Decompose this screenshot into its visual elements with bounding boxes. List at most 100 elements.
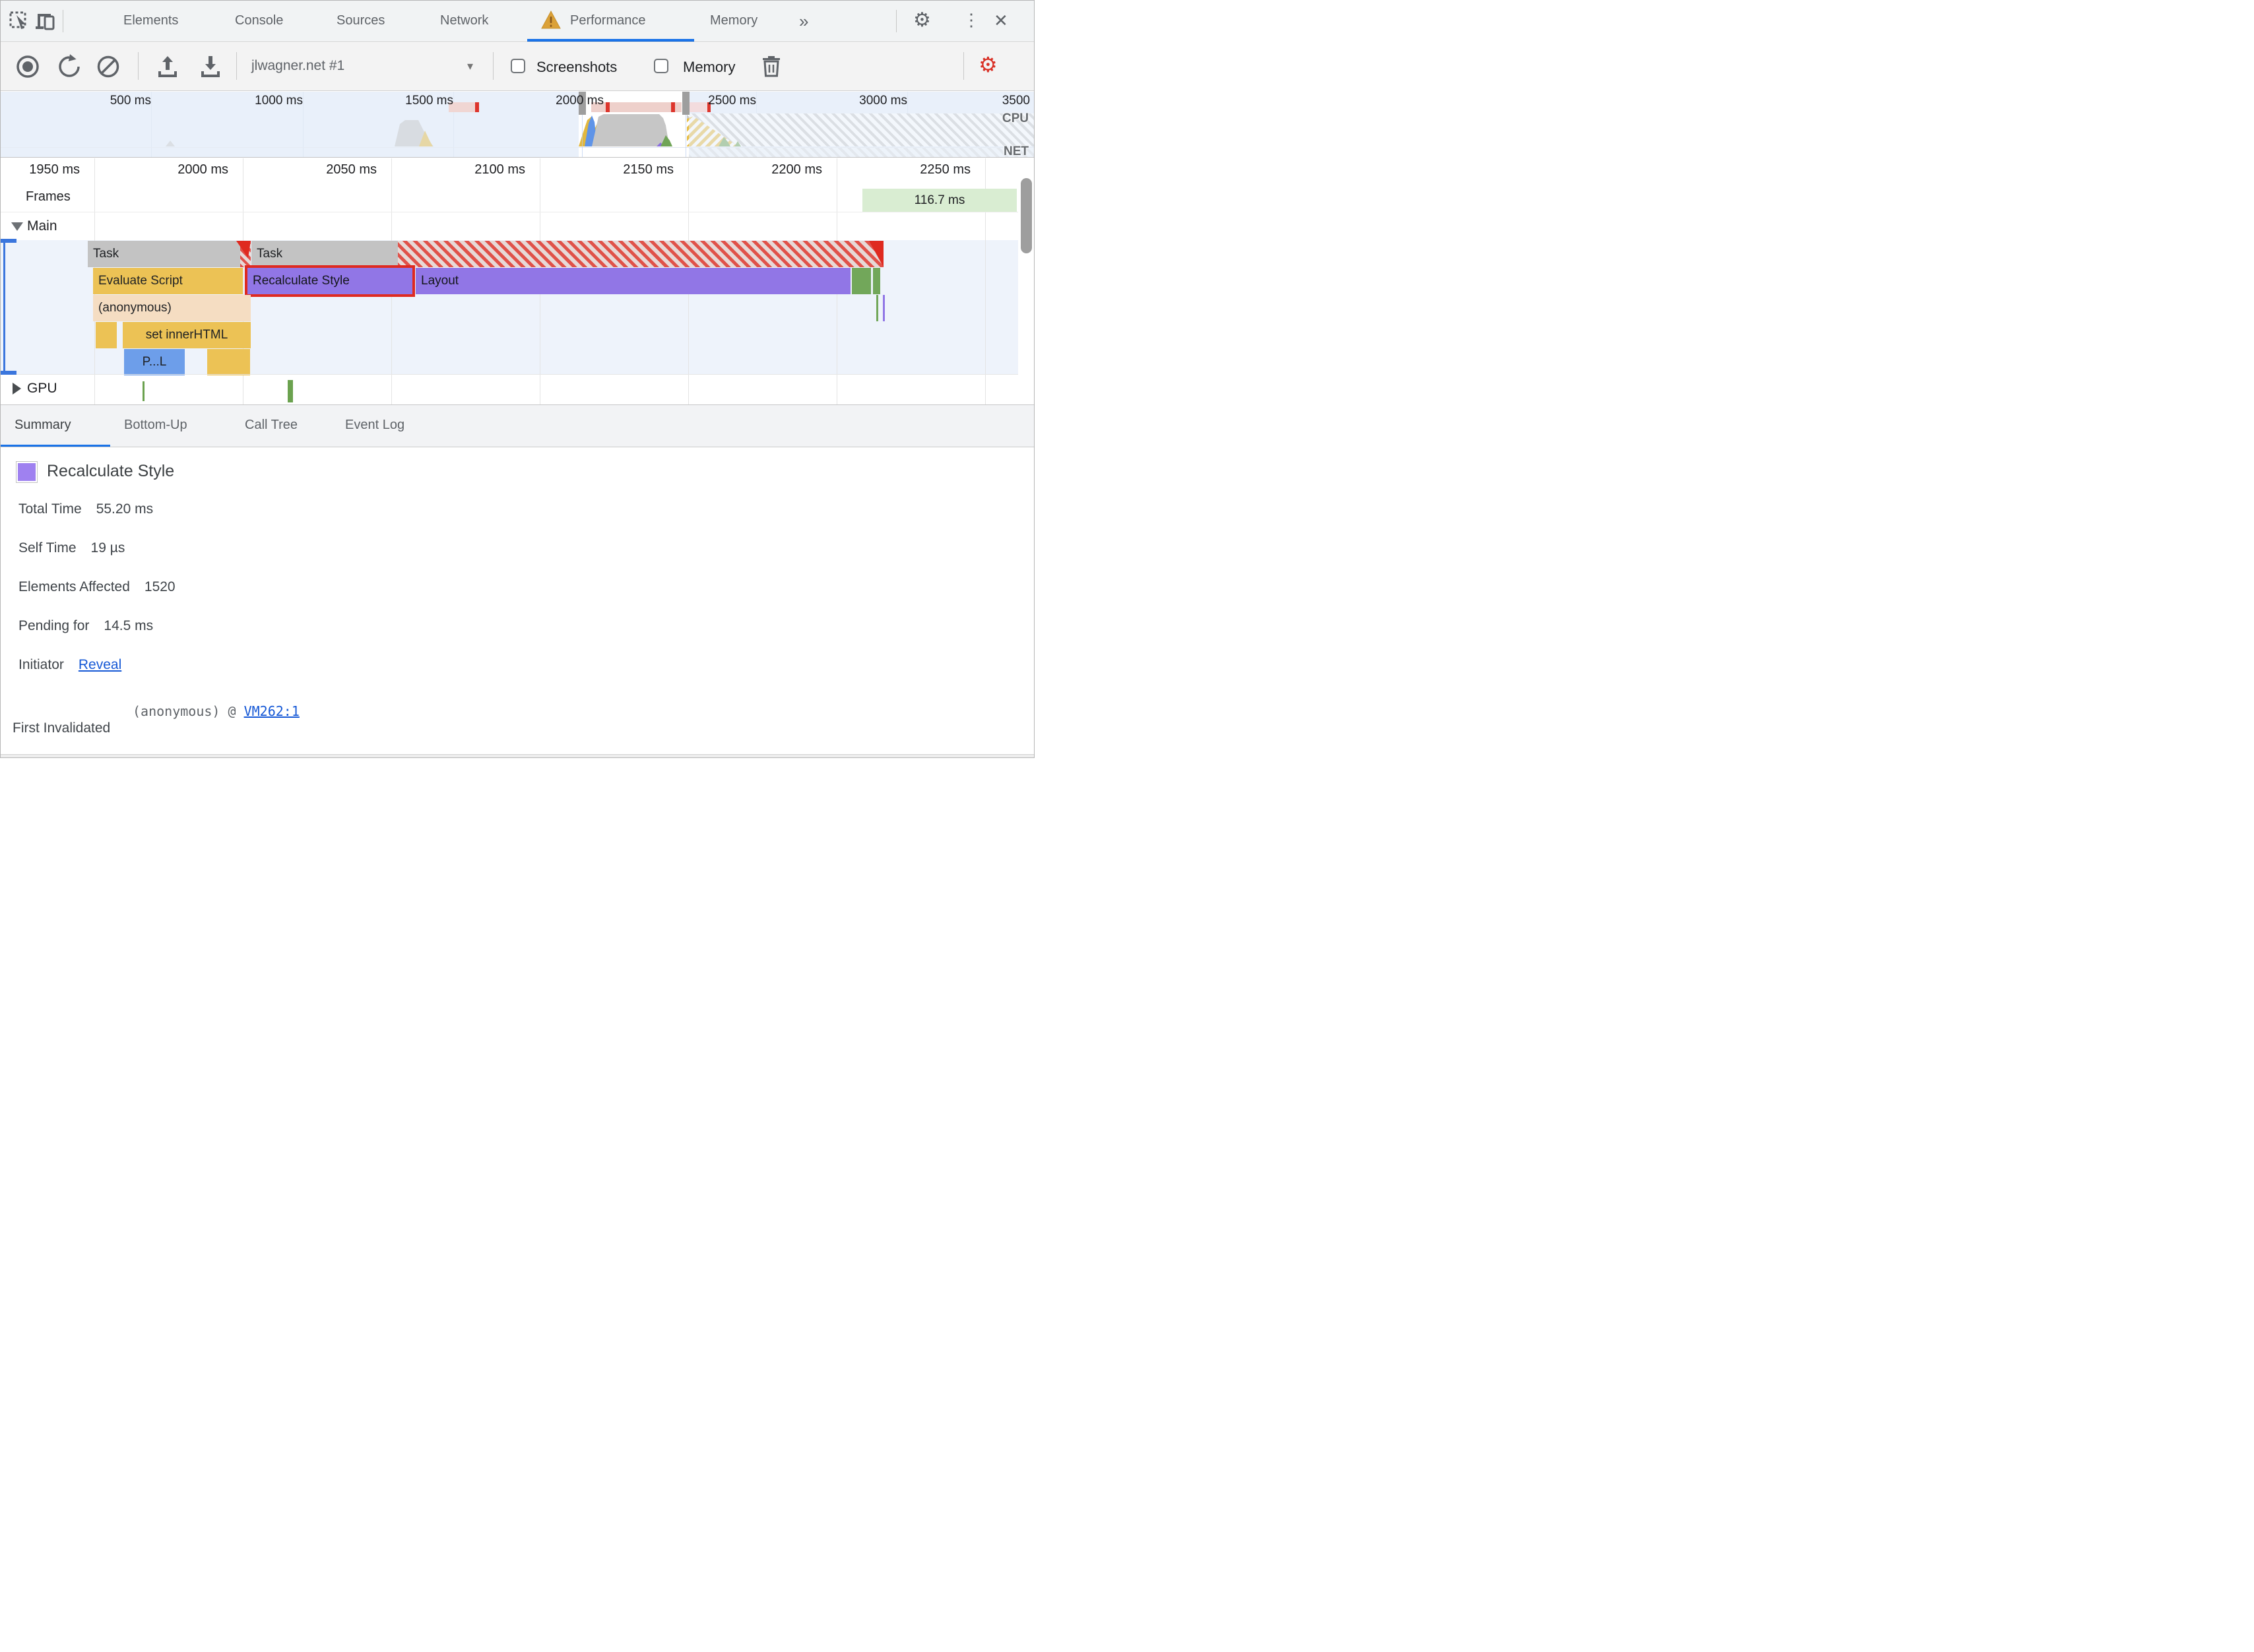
ruler-tick: 2200 ms — [771, 162, 822, 177]
long-task-stripes[interactable] — [398, 241, 884, 267]
screenshots-checkbox[interactable] — [511, 59, 525, 73]
expand-gpu-icon[interactable] — [13, 383, 21, 395]
summary-row-pending-for: Pending for 14.5 ms — [18, 618, 153, 634]
row-value: 19 µs — [90, 540, 125, 556]
kebab-menu-icon[interactable]: ⋮ — [963, 10, 980, 30]
tab-sources[interactable]: Sources — [337, 13, 385, 28]
overview-tick: 3500 — [1002, 94, 1030, 108]
active-tab-underline — [1, 445, 110, 447]
summary-row-total-time: Total Time 55.20 ms — [18, 501, 153, 517]
event-bar-set-innerhtml[interactable]: set innerHTML — [123, 322, 251, 348]
timeline-overview[interactable]: 500 ms 1000 ms 1500 ms 2000 ms 2500 ms 3… — [1, 92, 1034, 158]
gpu-event-bar[interactable] — [143, 381, 145, 401]
tab-event-log[interactable]: Event Log — [345, 418, 404, 433]
tab-call-tree[interactable]: Call Tree — [245, 418, 298, 433]
vertical-scrollbar[interactable] — [1021, 178, 1032, 253]
tab-summary[interactable]: Summary — [15, 418, 71, 433]
event-bar-recalculate-style[interactable]: Recalculate Style — [247, 268, 412, 294]
gpu-track-label[interactable]: GPU — [27, 381, 57, 397]
main-track-label[interactable]: Main — [27, 218, 57, 234]
chevron-down-icon[interactable]: ▾ — [467, 59, 473, 73]
tab-bottom-up[interactable]: Bottom-Up — [124, 418, 187, 433]
overview-tick: 500 ms — [110, 94, 151, 108]
long-task-corner — [236, 241, 251, 258]
reload-icon[interactable] — [57, 54, 82, 79]
toolbar-separator — [236, 52, 237, 80]
bracket-handle-top[interactable] — [1, 239, 16, 243]
event-bar-small-purple[interactable] — [883, 295, 885, 321]
ruler-tick: 2000 ms — [177, 162, 228, 177]
cpu-label: CPU — [1002, 111, 1029, 125]
event-color-swatch — [16, 461, 38, 483]
ruler-tick: 2250 ms — [920, 162, 971, 177]
bracket-handle-bottom[interactable] — [1, 371, 16, 375]
row-value: 1520 — [144, 579, 176, 594]
summary-row-self-time: Self Time 19 µs — [18, 540, 125, 556]
settings-gear-icon[interactable]: ⚙ — [913, 9, 931, 32]
event-bar-anonymous[interactable]: (anonymous) — [93, 295, 251, 321]
performance-toolbar: jlwagner.net #1 ▾ Screenshots Memory ⚙ — [1, 43, 1034, 91]
horizontal-scrollbar-track[interactable] — [1, 754, 1034, 757]
collapse-main-icon[interactable] — [11, 222, 23, 231]
first-invalidated-stack: (anonymous) @ VM262:1 — [133, 703, 300, 719]
event-bar-paint[interactable] — [873, 268, 880, 294]
tab-memory[interactable]: Memory — [710, 13, 757, 28]
event-bar-evaluate-script[interactable]: Evaluate Script — [93, 268, 243, 294]
tab-console[interactable]: Console — [235, 13, 283, 28]
save-profile-icon[interactable] — [199, 54, 222, 79]
summary-row-initiator: Initiator Reveal — [18, 657, 121, 673]
event-bar-script[interactable] — [207, 349, 250, 375]
ruler-tick: 2150 ms — [623, 162, 674, 177]
event-bar-parse-html[interactable]: P...L — [124, 349, 185, 375]
overview-tick: 3000 ms — [859, 94, 907, 108]
network-bar — [591, 102, 682, 112]
event-bar-layout[interactable]: Layout — [416, 268, 851, 294]
load-profile-icon[interactable] — [156, 54, 179, 79]
memory-checkbox[interactable] — [654, 59, 668, 73]
ruler-tick: 2100 ms — [474, 162, 525, 177]
overview-tick: 1500 ms — [405, 94, 453, 108]
row-label: Pending for — [18, 618, 90, 633]
gpu-event-bar[interactable] — [288, 380, 293, 402]
screenshots-label: Screenshots — [536, 59, 618, 75]
ruler-tick: 2050 ms — [326, 162, 377, 177]
more-tabs-icon[interactable]: » — [799, 11, 808, 32]
clear-icon[interactable] — [96, 54, 121, 79]
row-label: Self Time — [18, 540, 77, 556]
event-bar-paint[interactable] — [852, 268, 871, 294]
first-invalidated-label: First Invalidated — [13, 720, 111, 736]
devtools-window: Elements Console Sources Network Perform… — [0, 0, 1035, 758]
tab-network[interactable]: Network — [440, 13, 488, 28]
net-label: NET — [1004, 144, 1029, 158]
tab-elements[interactable]: Elements — [123, 13, 178, 28]
row-value: 14.5 ms — [104, 618, 154, 633]
event-bar-task[interactable]: Task — [88, 241, 240, 267]
record-icon[interactable] — [15, 54, 40, 79]
toolbar-separator — [493, 52, 494, 80]
event-bar-small-green[interactable] — [876, 295, 878, 321]
devtools-tabbar: Elements Console Sources Network Perform… — [1, 1, 1034, 42]
tab-performance[interactable]: Performance — [570, 13, 646, 28]
flame-chart[interactable]: 1950 ms 2000 ms 2050 ms 2100 ms 2150 ms … — [1, 158, 1034, 404]
session-select[interactable]: jlwagner.net #1 — [251, 58, 344, 74]
device-toolbar-icon[interactable] — [35, 10, 57, 31]
active-tab-underline — [527, 39, 694, 42]
stack-frame-text: (anonymous) @ — [133, 703, 244, 719]
reveal-link[interactable]: Reveal — [79, 657, 121, 672]
capture-settings-gear-icon[interactable]: ⚙ — [979, 52, 998, 77]
event-bar-task[interactable]: Task — [251, 241, 398, 267]
network-red-mark — [606, 102, 610, 112]
overview-tick: 2000 ms — [556, 94, 604, 108]
row-label: Elements Affected — [18, 579, 130, 594]
summary-panel: Recalculate Style Total Time 55.20 ms Sel… — [1, 448, 1034, 754]
row-value: 55.20 ms — [96, 501, 154, 517]
source-location-link[interactable]: VM262:1 — [244, 703, 300, 719]
inspect-element-icon[interactable] — [9, 10, 29, 31]
trash-icon[interactable] — [761, 53, 781, 79]
ruler-tick: 1950 ms — [29, 162, 80, 177]
main-track-bracket — [3, 239, 5, 375]
event-bar-script[interactable] — [96, 322, 117, 348]
selected-event-outline[interactable]: Recalculate Style — [245, 265, 415, 297]
frame-duration-badge[interactable]: 116.7 ms — [862, 189, 1017, 212]
close-icon[interactable]: ✕ — [994, 11, 1008, 31]
